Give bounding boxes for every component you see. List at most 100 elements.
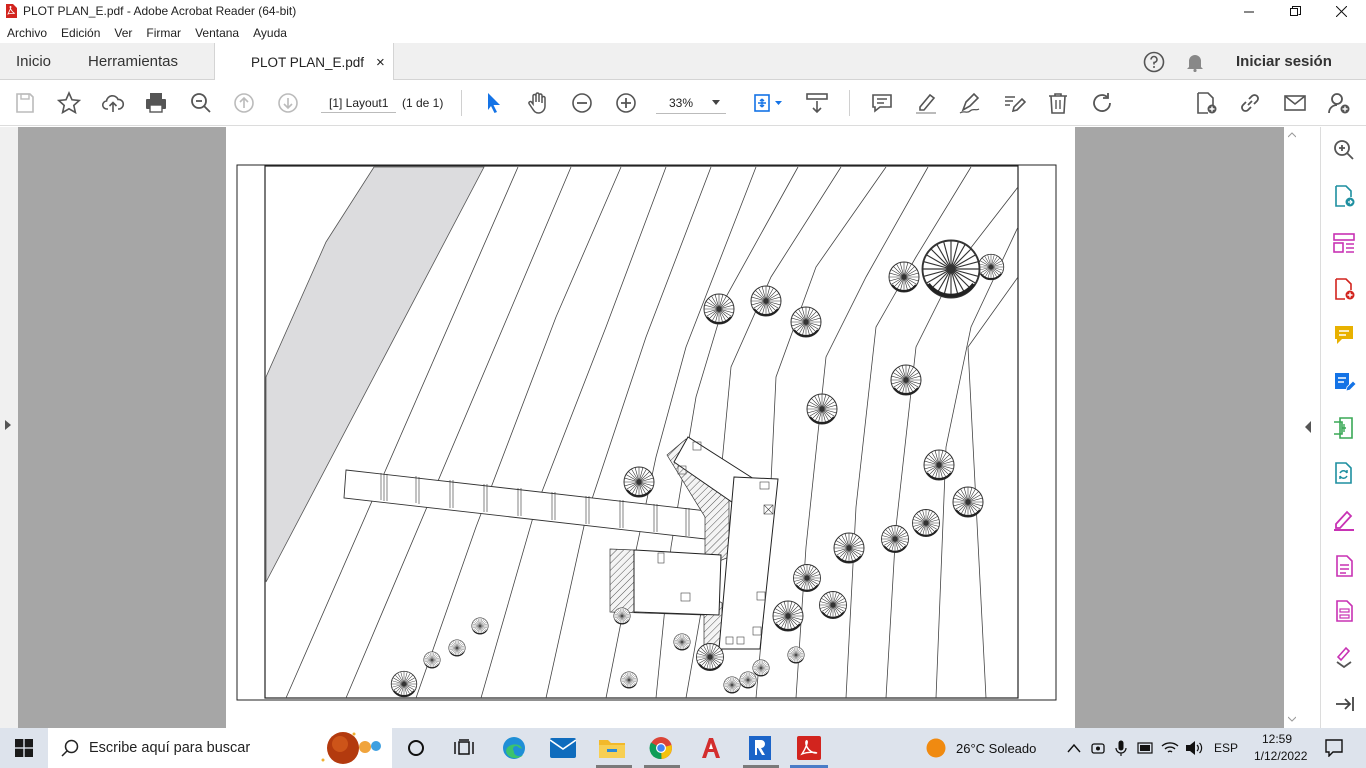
zoom-in-button[interactable]: [611, 88, 641, 118]
menu-archivo[interactable]: Archivo: [0, 26, 54, 40]
minimize-button[interactable]: [1226, 0, 1272, 22]
folder-icon: [599, 740, 625, 758]
toolbar-divider-2: [849, 90, 850, 116]
notification-center-button[interactable]: [1320, 734, 1348, 762]
menu-firmar[interactable]: Firmar: [139, 26, 188, 40]
comment-icon[interactable]: [1332, 323, 1356, 347]
create-pdf-button[interactable]: [1191, 88, 1221, 118]
tab-home[interactable]: Inicio: [16, 43, 51, 80]
upload-cloud-button[interactable]: [98, 88, 128, 118]
form-icon[interactable]: [1332, 599, 1356, 623]
document-icon[interactable]: [1332, 554, 1356, 578]
more-tools-icon[interactable]: [1332, 645, 1356, 669]
volume-icon[interactable]: [1185, 740, 1203, 756]
email-button[interactable]: [1280, 88, 1310, 118]
task-view-button[interactable]: [450, 734, 478, 762]
comment-icon: [872, 94, 892, 113]
expand-panel-icon[interactable]: [1332, 692, 1356, 716]
plus-circle-icon: [616, 93, 636, 113]
zoom-search-button[interactable]: [186, 88, 216, 118]
notifications-button[interactable]: [1186, 43, 1204, 80]
tab-tools[interactable]: Herramientas: [88, 43, 178, 80]
search-zoom-icon[interactable]: [1332, 138, 1356, 162]
draw-button[interactable]: [955, 88, 985, 118]
autocad-app[interactable]: [697, 734, 725, 762]
left-panel-toggle[interactable]: [5, 420, 11, 430]
chevron-down-icon: [712, 100, 720, 105]
revit-app[interactable]: [746, 734, 774, 762]
microphone-icon[interactable]: [1115, 740, 1127, 756]
restore-button[interactable]: [1272, 0, 1318, 22]
battery-icon[interactable]: [1137, 741, 1153, 755]
signin-label: Iniciar sesión: [1236, 53, 1332, 70]
menu-ver[interactable]: Ver: [107, 26, 139, 40]
close-window-button[interactable]: [1318, 0, 1364, 22]
acrobat-app[interactable]: [795, 734, 823, 762]
revit-icon: [749, 736, 771, 760]
cortana-button[interactable]: [402, 734, 430, 762]
arrow-up-circle-icon: [234, 93, 254, 113]
next-page-button[interactable]: [273, 88, 303, 118]
vertical-scrollbar[interactable]: [1284, 127, 1300, 728]
menu-ayuda[interactable]: Ayuda: [246, 26, 294, 40]
edit-text-button[interactable]: [999, 88, 1029, 118]
toolbar-divider: [461, 90, 462, 116]
tab-bar: Inicio Herramientas PLOT PLAN_E.pdf × In…: [0, 43, 1366, 81]
print-button[interactable]: [141, 88, 171, 118]
hand-tool-button[interactable]: [523, 88, 553, 118]
language-indicator[interactable]: ESP: [1214, 728, 1238, 768]
convert-pdf-icon[interactable]: [1332, 461, 1356, 485]
zoom-value: 33%: [669, 95, 694, 110]
document-canvas[interactable]: [18, 127, 1284, 728]
zoom-out-button[interactable]: [567, 88, 597, 118]
weather-widget[interactable]: 26°C Soleado: [926, 728, 1036, 768]
fit-dropdown-icon[interactable]: [775, 101, 782, 106]
edit-pdf-icon[interactable]: [1332, 369, 1356, 393]
pen-icon: [959, 92, 980, 114]
delete-button[interactable]: [1043, 88, 1073, 118]
chevron-up-icon[interactable]: [1067, 743, 1081, 753]
chrome-app[interactable]: [647, 734, 675, 762]
prev-page-button[interactable]: [229, 88, 259, 118]
windows-logo-icon: [15, 739, 33, 757]
edge-app[interactable]: [500, 734, 528, 762]
page-number-input[interactable]: [1] Layout1: [321, 93, 396, 113]
share-link-button[interactable]: [1235, 88, 1265, 118]
mail-app[interactable]: [549, 734, 577, 762]
compress-pdf-icon[interactable]: [1332, 416, 1356, 440]
tab-close-button[interactable]: ×: [376, 54, 385, 71]
cloud-upload-icon: [101, 95, 125, 112]
rotate-button[interactable]: [1087, 88, 1117, 118]
tab-document[interactable]: PLOT PLAN_E.pdf ×: [214, 43, 394, 81]
edge-icon: [503, 737, 525, 759]
export-pdf-icon[interactable]: [1332, 184, 1356, 208]
comment-button[interactable]: [867, 88, 897, 118]
menu-edicion[interactable]: Edición: [54, 26, 107, 40]
share-user-button[interactable]: [1324, 88, 1354, 118]
meet-camera-icon[interactable]: [1091, 740, 1105, 756]
wifi-icon[interactable]: [1161, 741, 1179, 755]
organize-pages-icon[interactable]: [1332, 231, 1356, 255]
highlight-button[interactable]: [911, 88, 941, 118]
create-pdf-icon[interactable]: [1332, 277, 1356, 301]
trash-icon: [1049, 93, 1067, 114]
chrome-icon: [649, 737, 672, 760]
zoom-select[interactable]: 33%: [656, 92, 726, 114]
help-button[interactable]: [1143, 43, 1165, 80]
select-tool-button[interactable]: [479, 88, 509, 118]
right-panel-collapse[interactable]: [1300, 127, 1320, 728]
file-explorer-app[interactable]: [598, 734, 626, 762]
taskbar-search[interactable]: Escribe aquí para buscar: [48, 728, 392, 768]
page-count: (1 de 1): [402, 93, 443, 113]
fill-sign-icon[interactable]: [1332, 508, 1356, 532]
clock[interactable]: 12:59 1/12/2022: [1254, 731, 1307, 765]
signin-button[interactable]: Iniciar sesión: [1236, 43, 1332, 80]
start-button[interactable]: [10, 734, 38, 762]
scroll-mode-button[interactable]: [802, 88, 832, 118]
bookmark-star-button[interactable]: [54, 88, 84, 118]
acrobat-reader-icon: [797, 736, 821, 760]
fit-page-button[interactable]: [748, 88, 778, 118]
tab-document-label: PLOT PLAN_E.pdf: [251, 54, 365, 70]
save-button[interactable]: [10, 88, 40, 118]
menu-ventana[interactable]: Ventana: [188, 26, 246, 40]
